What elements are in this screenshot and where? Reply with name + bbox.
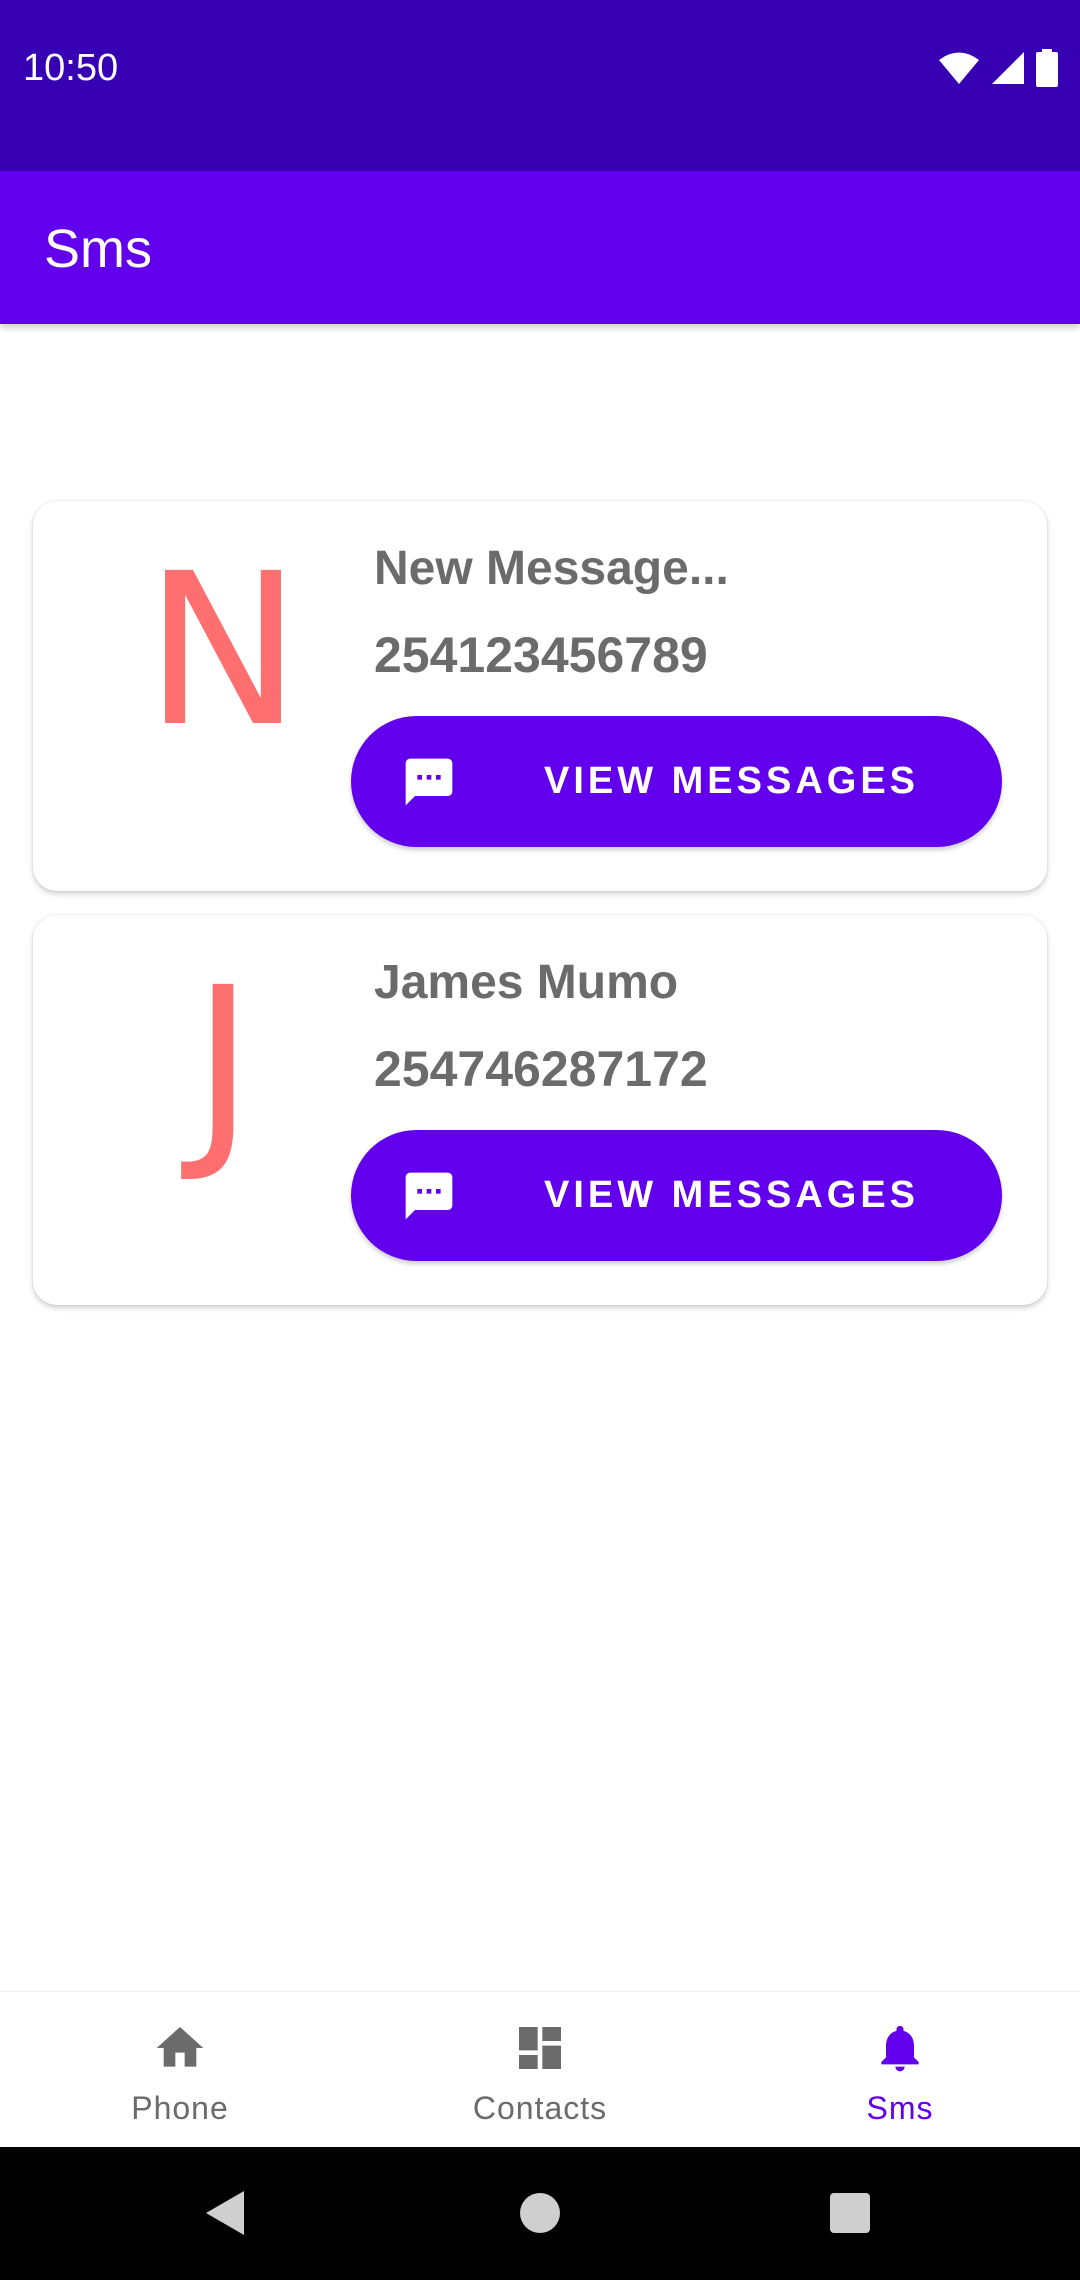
nav-item-contacts[interactable]: Contacts xyxy=(360,1992,720,2148)
view-messages-button[interactable]: VIEW MESSAGES xyxy=(351,1130,1002,1261)
nav-label-phone: Phone xyxy=(131,2090,229,2126)
view-messages-label: VIEW MESSAGES xyxy=(543,760,920,802)
avatar: N xyxy=(144,528,302,773)
battery-icon xyxy=(1036,49,1058,87)
avatar: J xyxy=(192,942,254,1187)
bottom-navigation: Phone Contacts Sms xyxy=(0,1991,1080,2148)
recents-icon[interactable] xyxy=(820,2183,880,2243)
contact-name: New Message... xyxy=(374,542,729,595)
status-icons xyxy=(938,48,1058,88)
dashboard-icon xyxy=(519,2027,561,2069)
nav-label-sms: Sms xyxy=(866,2090,934,2126)
nav-item-sms[interactable]: Sms xyxy=(720,1992,1080,2148)
nav-item-phone[interactable]: Phone xyxy=(0,1992,360,2148)
message-icon xyxy=(405,1172,453,1220)
status-bar: 10:50 xyxy=(0,0,1080,171)
contact-name: James Mumo xyxy=(374,956,679,1009)
signal-icon xyxy=(992,52,1024,84)
wifi-icon xyxy=(939,52,979,84)
home-icon xyxy=(156,2027,204,2067)
conversation-card[interactable]: J James Mumo 254746287172 VIEW MESSAGES xyxy=(33,915,1047,1305)
contact-phone: 254123456789 xyxy=(374,627,708,683)
back-icon[interactable] xyxy=(196,2183,256,2243)
page-title: Sms xyxy=(44,219,152,279)
contact-phone: 254746287172 xyxy=(374,1041,708,1097)
home-circle-icon[interactable] xyxy=(510,2183,570,2243)
view-messages-button[interactable]: VIEW MESSAGES xyxy=(351,716,1002,847)
system-navigation-bar xyxy=(0,2147,1080,2280)
message-icon xyxy=(405,758,453,806)
view-messages-label: VIEW MESSAGES xyxy=(543,1174,920,1216)
bell-icon xyxy=(881,2025,919,2072)
status-time: 10:50 xyxy=(23,47,119,89)
nav-label-contacts: Contacts xyxy=(472,2090,608,2126)
app-bar: Sms xyxy=(0,171,1080,324)
conversation-card[interactable]: N New Message... 254123456789 VIEW MESSA… xyxy=(33,501,1047,891)
